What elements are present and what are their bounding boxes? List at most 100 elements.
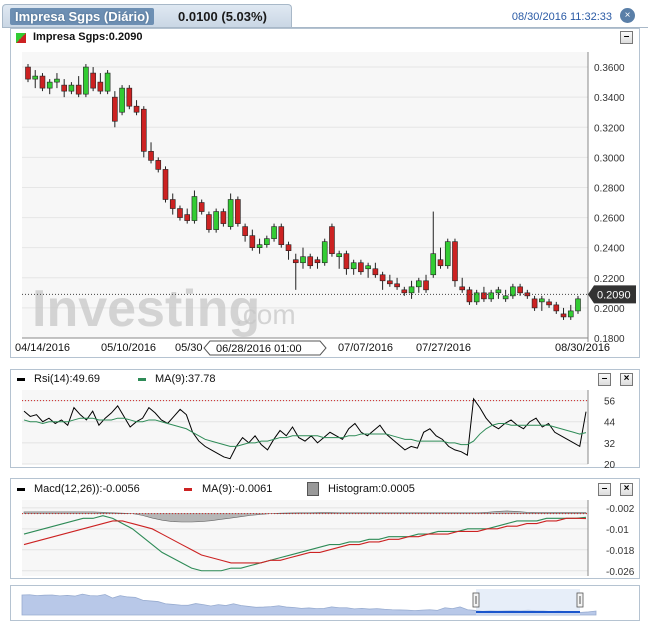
candle-body (278, 226, 285, 245)
candle-body (54, 78, 60, 83)
ma-line-icon (138, 378, 146, 381)
candle-body (372, 268, 379, 276)
candle-body (488, 292, 494, 300)
candle-body (452, 241, 458, 282)
x-tick-label: 05/30 (175, 342, 203, 354)
macd-minimize-button[interactable]: – (598, 483, 611, 496)
candle-body (567, 310, 574, 318)
x-tick-label: 04/14/2016 (15, 342, 70, 354)
price-legend: Impresa Sgps:0.2090 (33, 31, 143, 43)
candle-body (481, 292, 487, 300)
candle-body (329, 226, 335, 255)
candle-icon (16, 33, 26, 43)
candle-body (379, 274, 386, 282)
candle-body (307, 256, 314, 267)
candle-body (227, 199, 234, 227)
candle-body (415, 280, 422, 288)
navigator[interactable] (10, 585, 640, 621)
candle-body (169, 199, 176, 209)
candle-body (387, 280, 393, 285)
candle-body (430, 253, 437, 276)
candle-body (177, 208, 183, 218)
candle-body (300, 256, 306, 264)
macd-close-button[interactable]: × (620, 483, 633, 496)
candle-body (206, 214, 212, 230)
histogram-legend: Histogram:0.0005 (328, 483, 415, 495)
candle-body (162, 169, 169, 200)
y-tick-label: 0.2800 (594, 183, 625, 194)
candle-body (285, 244, 292, 251)
candle-body (502, 295, 509, 300)
macd-y-tick: -0.018 (606, 546, 635, 557)
rsi-chart[interactable]: 56 44 32 20 (10, 386, 640, 468)
signal-line-icon (184, 488, 192, 491)
candle-body (401, 289, 408, 294)
candle-body (133, 105, 140, 113)
candle-body (264, 238, 270, 245)
candle-body (546, 301, 552, 306)
y-tick-label: 0.2200 (594, 274, 625, 285)
macd-y-tick: -0.01 (606, 525, 629, 536)
candle-body (119, 87, 125, 113)
rsi-legend: Rsi(14):49.69 (34, 373, 101, 385)
candle-body (140, 108, 147, 152)
candle-body (459, 286, 466, 291)
macd-ma-legend: MA(9):-0.0061 (202, 483, 273, 495)
rsi-plot-area (22, 390, 588, 464)
candle-body (46, 81, 53, 89)
watermark: Investing (32, 280, 260, 338)
y-tick-label: 0.2400 (594, 244, 625, 255)
candle-body (271, 226, 277, 239)
x-tick-label: 08/30/2016 (555, 342, 610, 354)
rsi-minimize-button[interactable]: – (598, 373, 611, 386)
candle-body (25, 66, 31, 80)
candle-body (466, 289, 473, 303)
histogram-icon (307, 482, 319, 496)
candle-body (256, 244, 263, 248)
candle-body (148, 151, 154, 161)
candle-body (90, 72, 96, 89)
candle-body (444, 241, 451, 267)
candle-body (32, 75, 39, 80)
rsi-y-tick: 44 (604, 418, 616, 429)
candle-body (75, 84, 82, 95)
candle-body (517, 286, 523, 294)
candle-body (539, 298, 545, 303)
macd-line-icon (17, 488, 25, 491)
candle-body (235, 199, 241, 224)
y-tick-label: 0.3400 (594, 93, 625, 104)
candle-body (553, 304, 560, 312)
y-tick-label: 0.3000 (594, 153, 625, 164)
crosshair-label: 06/28/2016 01:00 (216, 343, 302, 355)
macd-chart[interactable]: -0.002 -0.01 -0.018 -0.026 (10, 496, 640, 579)
rsi-close-button[interactable]: × (620, 373, 633, 386)
candle-body (321, 241, 328, 264)
macd-y-tick: -0.026 (606, 567, 635, 578)
candle-body (575, 298, 581, 312)
candle-body (531, 298, 538, 309)
y-tick-label: 0.2000 (594, 304, 625, 315)
candle-body (126, 87, 133, 107)
candle-body (423, 280, 429, 291)
x-tick-label: 07/07/2016 (338, 342, 393, 354)
x-tick-label: 05/10/2016 (101, 342, 156, 354)
candle-body (343, 253, 350, 270)
rsi-y-tick: 56 (604, 397, 616, 408)
candle-body (437, 259, 444, 267)
candle-body (292, 259, 299, 264)
rsi-ma-legend: MA(9):37.78 (155, 373, 216, 385)
candle-body (560, 313, 567, 318)
close-chart-button[interactable]: × (620, 8, 635, 23)
candle-body (191, 196, 198, 221)
timestamp: 08/30/2016 11:32:33 (511, 11, 612, 23)
minimize-button[interactable]: – (620, 31, 633, 44)
y-tick-label: 0.3600 (594, 63, 625, 74)
candle-body (358, 262, 364, 273)
candlestick-chart[interactable]: 0.3600 0.3400 0.3200 0.3000 0.2800 0.2600 0.24… (10, 46, 640, 358)
candle-body (112, 96, 118, 122)
price-badge-label: 0.2090 (597, 289, 631, 301)
candle-body (198, 202, 205, 212)
candle-body (336, 253, 342, 258)
candle-body (61, 84, 67, 92)
candle-body (184, 214, 191, 221)
